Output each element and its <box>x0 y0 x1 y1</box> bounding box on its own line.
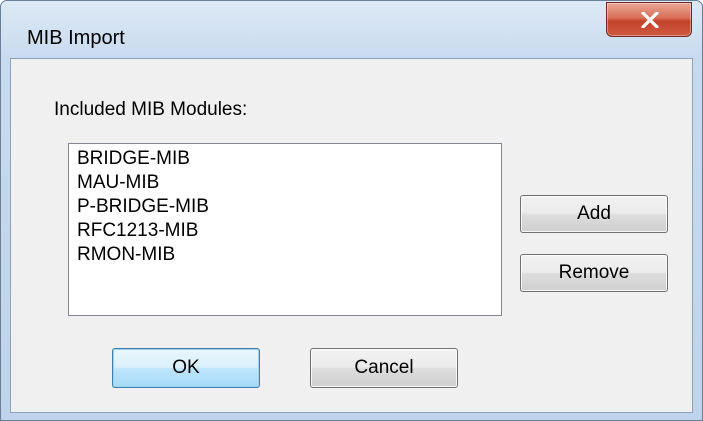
ok-button[interactable]: OK <box>112 348 260 388</box>
modules-label: Included MIB Modules: <box>54 99 248 120</box>
cancel-button[interactable]: Cancel <box>310 348 458 388</box>
list-item[interactable]: P-BRIDGE-MIB <box>77 196 209 218</box>
list-item[interactable]: BRIDGE-MIB <box>77 148 190 170</box>
add-button[interactable]: Add <box>520 195 668 233</box>
list-item[interactable]: RMON-MIB <box>77 244 175 266</box>
list-item[interactable]: MAU-MIB <box>77 172 159 194</box>
list-item[interactable]: RFC1213-MIB <box>77 220 198 242</box>
remove-button[interactable]: Remove <box>520 254 668 292</box>
dialog-window: MIB Import Included MIB Modules: BRIDGE-… <box>0 0 703 421</box>
close-icon <box>641 12 659 28</box>
window-title: MIB Import <box>27 27 125 49</box>
close-button[interactable] <box>606 2 692 37</box>
modules-listbox[interactable]: BRIDGE-MIB MAU-MIB P-BRIDGE-MIB RFC1213-… <box>68 143 502 316</box>
dialog-client-area: Included MIB Modules: BRIDGE-MIB MAU-MIB… <box>10 58 693 413</box>
title-bar[interactable]: MIB Import <box>1 1 702 59</box>
